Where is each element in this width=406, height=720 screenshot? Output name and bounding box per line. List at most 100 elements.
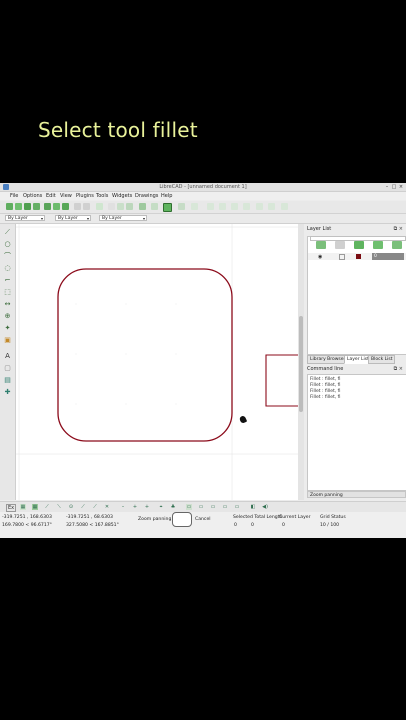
snap-onentity-icon[interactable]: ⟍	[56, 504, 62, 510]
dimension-icon[interactable]	[281, 203, 288, 210]
layer-color-swatch[interactable]	[356, 254, 361, 259]
polyline-tool-icon[interactable]: ⌐	[3, 276, 12, 285]
scrollbar-thumb[interactable]	[299, 316, 303, 412]
print-preview-icon[interactable]	[62, 203, 69, 210]
menu-tools[interactable]: Tools	[96, 193, 108, 199]
redo-icon[interactable]	[83, 203, 90, 210]
undo-icon[interactable]	[74, 203, 81, 210]
view-icon[interactable]: ▭	[186, 504, 192, 510]
layer-row[interactable]: ◉ 0	[308, 253, 406, 260]
copy-icon[interactable]	[108, 203, 115, 210]
curve-tool-icon[interactable]: ⌒	[3, 252, 12, 261]
command-history: Fillet : fillet, fi Fillet : fillet, fi …	[307, 374, 406, 491]
layer-combo[interactable]: By Layer ▾	[5, 215, 45, 221]
zoom-selection-icon[interactable]	[268, 203, 275, 210]
new-file-icon[interactable]	[6, 203, 13, 210]
info-tool-icon[interactable]: ✦	[3, 324, 12, 333]
draft-mode-icon[interactable]	[151, 203, 158, 210]
restrict-horizontal-icon[interactable]: –	[120, 504, 126, 510]
snap-middle-icon[interactable]: ⟋	[80, 504, 86, 510]
zoom-in-icon[interactable]	[191, 203, 198, 210]
layer-name[interactable]: 0	[372, 253, 404, 260]
view-2-icon[interactable]: ▭	[198, 504, 204, 510]
image-tool-icon[interactable]: ▤	[3, 376, 12, 385]
export-icon[interactable]	[44, 203, 51, 210]
cut-icon[interactable]	[96, 203, 103, 210]
close-icon[interactable]: ×	[398, 184, 404, 190]
color-combo-value: By Layer	[58, 216, 78, 221]
restrict-ortho-icon[interactable]: +	[144, 504, 150, 510]
hide-all-layers-icon[interactable]	[335, 241, 345, 249]
minimize-icon[interactable]: –	[384, 184, 390, 190]
menu-drawings[interactable]: Drawings	[135, 193, 158, 199]
restrict-vertical-icon[interactable]: +	[132, 504, 138, 510]
menu-view[interactable]: View	[60, 193, 72, 199]
circle-tool-icon[interactable]: ○	[3, 240, 12, 249]
layer-visible-icon[interactable]: ◉	[318, 254, 322, 260]
zoom-window-icon[interactable]	[231, 203, 238, 210]
snap-intersection-icon[interactable]: ✕	[104, 504, 110, 510]
remove-layer-icon[interactable]	[373, 241, 383, 249]
save-icon[interactable]	[24, 203, 31, 210]
selected-length: 0	[251, 523, 254, 528]
snap-distance-icon[interactable]: ⟋	[92, 504, 98, 510]
menu-file[interactable]: File	[10, 193, 18, 199]
command-dock-float-close-icon[interactable]: ⧉ ×	[394, 366, 403, 372]
snap-free-icon[interactable]: ▦	[20, 504, 26, 510]
block-tool-icon[interactable]: ▣	[3, 336, 12, 345]
menu-edit[interactable]: Edit	[46, 193, 56, 199]
snap-exclusive-icon[interactable]: Ex	[6, 504, 16, 512]
menu-plugins[interactable]: Plugins	[76, 193, 94, 199]
snap-endpoint-icon[interactable]: ⟋	[44, 504, 50, 510]
filleted-rectangle[interactable]	[57, 268, 233, 442]
paste-icon[interactable]	[117, 203, 124, 210]
point-tool-icon[interactable]: ✚	[3, 388, 12, 397]
zoom-pan-icon[interactable]	[243, 203, 250, 210]
modify-tool-icon[interactable]: ⊕	[3, 312, 12, 321]
width-combo[interactable]: By Layer ▾	[99, 215, 147, 221]
ellipse-tool-icon[interactable]: ◌	[3, 264, 12, 273]
color-combo[interactable]: By Layer ▾	[55, 215, 91, 221]
show-all-layers-icon[interactable]	[316, 241, 326, 249]
zoom-out-icon[interactable]	[207, 203, 214, 210]
save-as-icon[interactable]	[33, 203, 40, 210]
text-tool-icon[interactable]: A	[3, 352, 12, 361]
view-4-icon[interactable]: ▭	[222, 504, 228, 510]
tab-block-list[interactable]: Block List	[368, 355, 396, 364]
grid-toggle-icon[interactable]	[139, 203, 146, 210]
snap-grid-icon[interactable]	[163, 203, 172, 212]
zoom-redraw-icon[interactable]	[178, 203, 185, 210]
relative-zero-icon[interactable]: ⌖	[158, 504, 164, 510]
volume-icon[interactable]: ◀)	[262, 504, 268, 510]
line-tool-icon[interactable]: ⟋	[3, 228, 12, 237]
menu-help[interactable]: Help	[161, 193, 172, 199]
hatch-tool-icon[interactable]: ▢	[3, 364, 12, 373]
tab-library-browser[interactable]: Library Browser	[307, 355, 349, 364]
select-tool-icon[interactable]: ⬚	[3, 288, 12, 297]
edit-layer-icon[interactable]	[392, 241, 402, 249]
paste-special-icon[interactable]	[126, 203, 133, 210]
view-5-icon[interactable]: ▭	[234, 504, 240, 510]
snap-grid-icon[interactable]: ▦	[32, 504, 38, 510]
layer-combo-value: By Layer	[8, 216, 28, 221]
mouse-left-hint: Zoom panning	[138, 517, 172, 522]
dimension-tool-icon[interactable]: ↔	[3, 300, 12, 309]
command-input[interactable]: Zoom panning	[307, 491, 406, 498]
zoom-auto-icon[interactable]	[219, 203, 226, 210]
print-icon[interactable]	[53, 203, 60, 210]
relative-polar-coordinates: 327.5080 < 167.8851°	[66, 523, 119, 528]
view-3-icon[interactable]: ▭	[210, 504, 216, 510]
zoom-previous-icon[interactable]	[256, 203, 263, 210]
partial-rectangle[interactable]	[265, 354, 298, 407]
select-window-icon[interactable]: ◧	[250, 504, 256, 510]
dock-float-close-icon[interactable]: ⧉ ×	[394, 226, 403, 232]
open-file-icon[interactable]	[15, 203, 22, 210]
drawing-canvas[interactable]	[16, 224, 299, 500]
menu-options[interactable]: Options	[23, 193, 42, 199]
add-layer-icon[interactable]	[354, 241, 364, 249]
snap-center-icon[interactable]: ⊙	[68, 504, 74, 510]
maximize-icon[interactable]: □	[391, 184, 397, 190]
layer-lock-icon[interactable]	[339, 254, 345, 260]
lock-relative-zero-icon[interactable]: ♣	[170, 504, 176, 510]
menu-widgets[interactable]: Widgets	[112, 193, 132, 199]
